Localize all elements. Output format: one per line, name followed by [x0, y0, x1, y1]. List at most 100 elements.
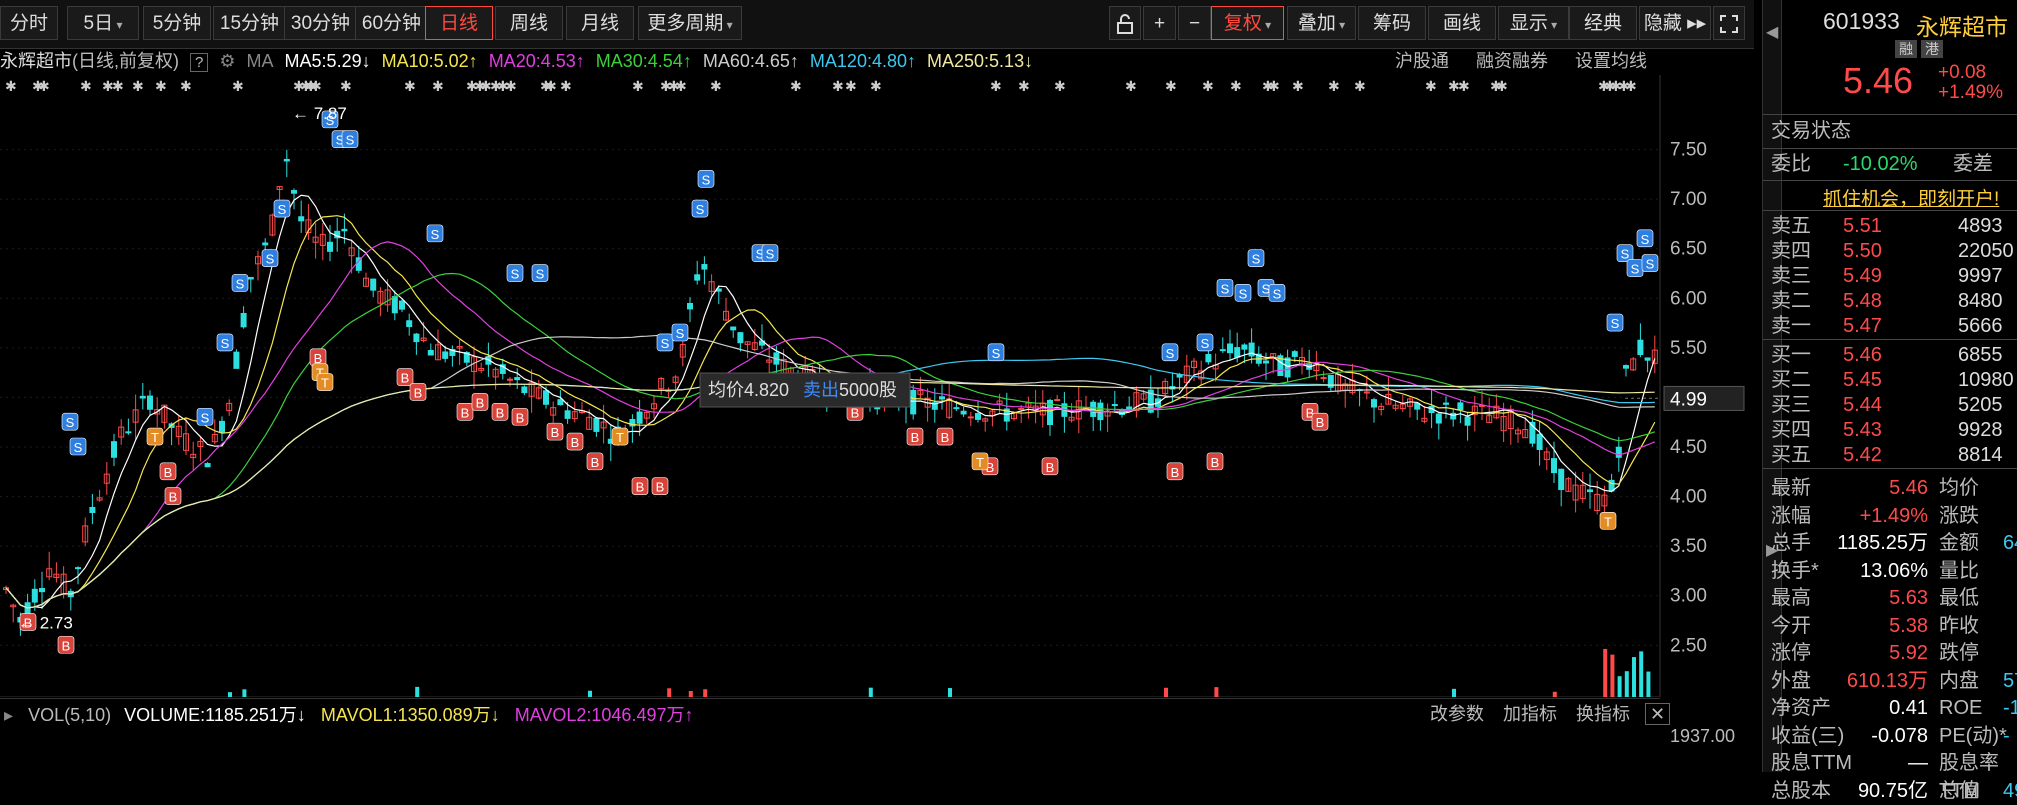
sell-signal-marker[interactable]: S [1196, 333, 1214, 352]
ask-row-1[interactable]: 卖一 5.47 5666 [1763, 314, 2017, 338]
ask-row-5[interactable]: 卖五 5.51 4893 [1763, 214, 2017, 238]
buy-signal-marker[interactable]: B [906, 427, 924, 446]
sell-signal-marker[interactable]: S [1234, 284, 1252, 302]
sell-signal-marker[interactable]: S [196, 407, 214, 426]
bid-row-2[interactable]: 买二 5.45 10980 [1763, 368, 2017, 392]
t-signal-marker[interactable]: T [611, 427, 629, 446]
sell-signal-marker[interactable]: S [1626, 259, 1644, 277]
buy-signal-marker[interactable]: B [57, 635, 75, 654]
period-tab-5min[interactable]: 5分钟 [143, 6, 211, 40]
buy-signal-marker[interactable]: B [566, 432, 584, 451]
sell-signal-marker[interactable]: S [1636, 229, 1654, 248]
buy-signal-marker[interactable]: B [586, 452, 604, 471]
buy-signal-marker[interactable]: B [456, 403, 474, 421]
t-signal-marker[interactable]: T [316, 373, 334, 391]
display-dropdown[interactable]: 显示 [1498, 6, 1569, 40]
period-tab-fenshi[interactable]: 分时 [0, 6, 58, 40]
classic-button[interactable]: 经典 [1569, 6, 1637, 40]
sell-signal-marker[interactable]: S [1161, 343, 1179, 362]
sell-signal-marker[interactable]: S [1641, 254, 1659, 272]
period-tab-30min[interactable]: 30分钟 [284, 6, 357, 40]
sell-signal-marker[interactable]: S [531, 264, 549, 282]
edit-params-link[interactable]: 改参数 [1430, 704, 1484, 724]
collapse-arrow-icon[interactable]: ◀ [1766, 22, 1778, 42]
ma250-value: MA250:5.13 [927, 51, 1025, 71]
sell-signal-marker[interactable]: S [761, 244, 779, 262]
sell-signal-marker[interactable]: S [987, 343, 1005, 362]
sell-signal-marker[interactable]: S [697, 170, 715, 188]
draw-line-button[interactable]: 画线 [1428, 6, 1496, 40]
buy-signal-marker[interactable]: B [396, 368, 414, 386]
buy-signal-marker[interactable]: B [159, 462, 177, 481]
buy-signal-marker[interactable]: B [309, 348, 327, 367]
period-tab-60min[interactable]: 60分钟 [355, 6, 428, 40]
ask-row-2[interactable]: 卖二 5.48 8480 [1763, 289, 2017, 313]
zoom-in-icon[interactable]: + [1143, 6, 1176, 40]
bid-row-5[interactable]: 买五 5.42 8814 [1763, 443, 2017, 467]
period-tab-15min[interactable]: 15分钟 [213, 6, 286, 40]
close-vol-icon[interactable]: ✕ [1645, 703, 1671, 725]
bid-row-3[interactable]: 买三 5.44 5205 [1763, 393, 2017, 417]
add-indicator-link[interactable]: 加指标 [1503, 704, 1557, 724]
buy-signal-marker[interactable]: B [1166, 462, 1184, 481]
buy-signal-marker[interactable]: B [491, 403, 509, 421]
buy-signal-marker[interactable]: B [1041, 457, 1059, 476]
sell-signal-marker[interactable]: S [1616, 244, 1634, 262]
buy-signal-marker[interactable]: B [164, 487, 182, 505]
stat-row: 最新 5.46 均价 [1763, 474, 2017, 502]
bid-row-4[interactable]: 买四 5.43 9928 [1763, 418, 2017, 442]
sell-signal-marker[interactable]: S [61, 412, 79, 431]
buy-signal-marker[interactable]: B [936, 427, 954, 446]
sell-signal-marker[interactable]: S [506, 264, 524, 282]
open-account-promo[interactable]: 抓住机会，即刻开户! [1823, 184, 1999, 211]
sell-signal-marker[interactable]: S [216, 333, 234, 352]
zoom-out-icon[interactable]: − [1178, 6, 1211, 40]
sell-signal-marker[interactable]: S [1606, 313, 1624, 332]
ask-row-3[interactable]: 卖三 5.49 9997 [1763, 264, 2017, 288]
hide-button[interactable]: 隐藏 ▸▸ [1639, 6, 1711, 40]
set-ma-link[interactable]: 设置均线 [1575, 51, 1647, 71]
sell-signal-marker[interactable]: S [261, 249, 279, 267]
buy-signal-marker[interactable]: B [409, 383, 427, 401]
sell-signal-marker[interactable]: S [341, 130, 359, 148]
fullscreen-icon[interactable] [1713, 6, 1745, 40]
vol-collapse-icon[interactable]: ▸ [4, 705, 13, 725]
sell-signal-marker[interactable]: S [273, 199, 291, 218]
more-periods-dropdown[interactable]: 更多周期 [638, 6, 742, 40]
sell-signal-marker[interactable]: S [691, 199, 709, 218]
lock-icon[interactable] [1109, 6, 1141, 40]
period-tab-daily[interactable]: 日线 [425, 6, 493, 40]
sell-signal-marker[interactable]: S [656, 333, 674, 352]
sell-signal-marker[interactable]: S [69, 437, 87, 456]
sell-signal-marker[interactable]: S [1268, 284, 1286, 302]
period-tab-monthly[interactable]: 月线 [566, 6, 634, 40]
price-chart[interactable]: 7.507.006.506.005.505.004.504.003.503.00… [0, 75, 1758, 697]
hk-connect-link[interactable]: 沪股通 [1395, 51, 1449, 71]
buy-signal-marker[interactable]: B [546, 422, 564, 441]
overlay-dropdown[interactable]: 叠加 [1287, 6, 1356, 40]
ask-row-4[interactable]: 卖四 5.50 22050 [1763, 239, 2017, 263]
buy-signal-marker[interactable]: B [1206, 452, 1224, 471]
margin-trading-link[interactable]: 融资融券 [1476, 51, 1548, 71]
buy-signal-marker[interactable]: B [631, 477, 649, 495]
t-signal-marker[interactable]: T [971, 452, 989, 471]
help-button[interactable]: ? [190, 53, 209, 72]
sell-signal-marker[interactable]: S [671, 323, 689, 342]
buy-signal-marker[interactable]: B [471, 393, 489, 411]
period-tab-weekly[interactable]: 周线 [495, 6, 563, 40]
buy-signal-marker[interactable]: B [1311, 412, 1329, 431]
sell-signal-marker[interactable]: S [1216, 279, 1234, 297]
chips-button[interactable]: 筹码 [1358, 6, 1426, 40]
buy-signal-marker[interactable]: B [651, 477, 669, 495]
bid-row-1[interactable]: 买一 5.46 6855 [1763, 343, 2017, 367]
adjust-dropdown[interactable]: 复权 [1211, 6, 1284, 40]
sell-signal-marker[interactable]: S [1247, 249, 1265, 267]
buy-signal-marker[interactable]: B [511, 407, 529, 426]
t-signal-marker[interactable]: T [1599, 512, 1617, 530]
sell-signal-marker[interactable]: S [426, 224, 444, 243]
settings-gear-icon[interactable]: ⚙ [219, 51, 235, 71]
t-signal-marker[interactable]: T [146, 427, 164, 446]
change-indicator-link[interactable]: 换指标 [1576, 704, 1630, 724]
sell-signal-marker[interactable]: S [231, 274, 249, 292]
period-tab-5day[interactable]: 5日 [67, 6, 139, 40]
